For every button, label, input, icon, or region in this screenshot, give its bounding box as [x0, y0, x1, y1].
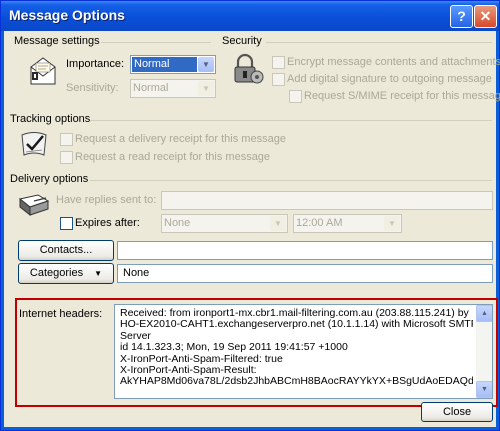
replies-sent-to-label: Have replies sent to:: [56, 194, 157, 206]
header-line: X-IronPort-Anti-Spam-Filtered: true: [120, 353, 283, 365]
digital-signature-label: Add digital signature to outgoing messag…: [287, 73, 492, 85]
smime-receipt-label: Request S/MIME receipt for this message: [304, 90, 500, 102]
chevron-down-icon[interactable]: ▼: [198, 81, 214, 96]
importance-label: Importance:: [66, 58, 125, 70]
title-bar[interactable]: Message Options ? ✕: [1, 1, 499, 31]
read-receipt-label: Request a read receipt for this message: [75, 151, 271, 163]
scroll-down-icon[interactable]: ▼: [476, 381, 492, 398]
vertical-scrollbar[interactable]: ▲ ▼: [476, 305, 492, 398]
help-button[interactable]: ?: [450, 5, 473, 28]
window-close-button[interactable]: ✕: [474, 5, 497, 28]
tracking-checkmark-icon: [21, 132, 47, 156]
delivery-receipt-label: Request a delivery receipt for this mess…: [75, 133, 286, 145]
categories-field[interactable]: None: [117, 264, 493, 283]
sensitivity-label: Sensitivity:: [66, 82, 119, 94]
expires-after-checkbox[interactable]: [60, 217, 73, 230]
envelope-settings-icon: [30, 57, 56, 85]
delivery-receipt-checkbox[interactable]: [60, 133, 73, 146]
categories-button-label: Categories: [29, 267, 84, 279]
read-receipt-checkbox[interactable]: [60, 151, 73, 164]
close-button[interactable]: Close: [421, 402, 493, 422]
chevron-down-icon[interactable]: ▼: [384, 216, 400, 231]
tracking-options-header: Tracking options: [10, 113, 91, 125]
categories-value: None: [123, 267, 150, 279]
expires-after-label: Expires after:: [75, 217, 140, 229]
security-header: Security: [222, 35, 262, 47]
header-line: AkYHAP8Md06va78L/2dsb2JhbABCmH8BAocRAYYk…: [120, 376, 473, 388]
message-options-window: Message Options ? ✕ Message settings Imp…: [0, 0, 500, 431]
categories-button[interactable]: Categories ▼: [18, 263, 114, 284]
sensitivity-value: Normal: [133, 82, 169, 94]
importance-select[interactable]: Normal ▼: [130, 55, 216, 74]
scroll-up-icon[interactable]: ▲: [476, 305, 492, 322]
chevron-down-icon: ▼: [94, 269, 103, 278]
digital-signature-checkbox[interactable]: [272, 73, 285, 86]
internet-headers-textarea[interactable]: Received: from ironport1-mx.cbr1.mail-fi…: [114, 304, 493, 399]
sensitivity-select[interactable]: Normal ▼: [130, 79, 216, 98]
replies-sent-to-field[interactable]: [161, 191, 493, 210]
window-title: Message Options: [9, 7, 125, 23]
importance-value: Normal: [132, 57, 197, 72]
message-settings-header: Message settings: [14, 35, 100, 47]
lock-gear-icon: [234, 53, 264, 84]
expires-time-select[interactable]: 12:00 AM ▼: [293, 214, 402, 233]
encrypt-checkbox[interactable]: [272, 56, 285, 69]
encrypt-label: Encrypt message contents and attachments: [287, 56, 500, 68]
contacts-field[interactable]: [117, 241, 493, 260]
delivery-options-header: Delivery options: [10, 173, 89, 185]
divider: [90, 180, 492, 181]
delivery-truck-icon: [18, 194, 50, 217]
expires-date-select[interactable]: None ▼: [161, 214, 288, 233]
chevron-down-icon[interactable]: ▼: [270, 216, 286, 231]
divider: [101, 42, 211, 43]
header-line: Received: from ironport1-mx.cbr1.mail-fi…: [120, 308, 469, 319]
contacts-button[interactable]: Contacts...: [18, 240, 114, 261]
expires-date-value: None: [164, 217, 191, 229]
expires-time-value: 12:00 AM: [296, 217, 343, 229]
header-line: HO-EX2010-CAHT1.exchangeserverpro.net (1…: [120, 319, 473, 331]
divider: [90, 120, 492, 121]
smime-receipt-checkbox[interactable]: [289, 90, 302, 103]
internet-headers-label: Internet headers:: [19, 308, 103, 320]
header-line: id 14.1.323.3; Mon, 19 Sep 2011 19:41:57…: [120, 342, 348, 354]
internet-headers-text: Received: from ironport1-mx.cbr1.mail-fi…: [120, 308, 473, 388]
divider: [266, 42, 492, 43]
chevron-down-icon[interactable]: ▼: [198, 57, 214, 72]
dialog-body: Message settings Importance: Normal ▼ Se…: [4, 31, 500, 427]
header-line: X-IronPort-Anti-Spam-Result:: [120, 365, 257, 377]
header-line: Server: [120, 330, 151, 342]
